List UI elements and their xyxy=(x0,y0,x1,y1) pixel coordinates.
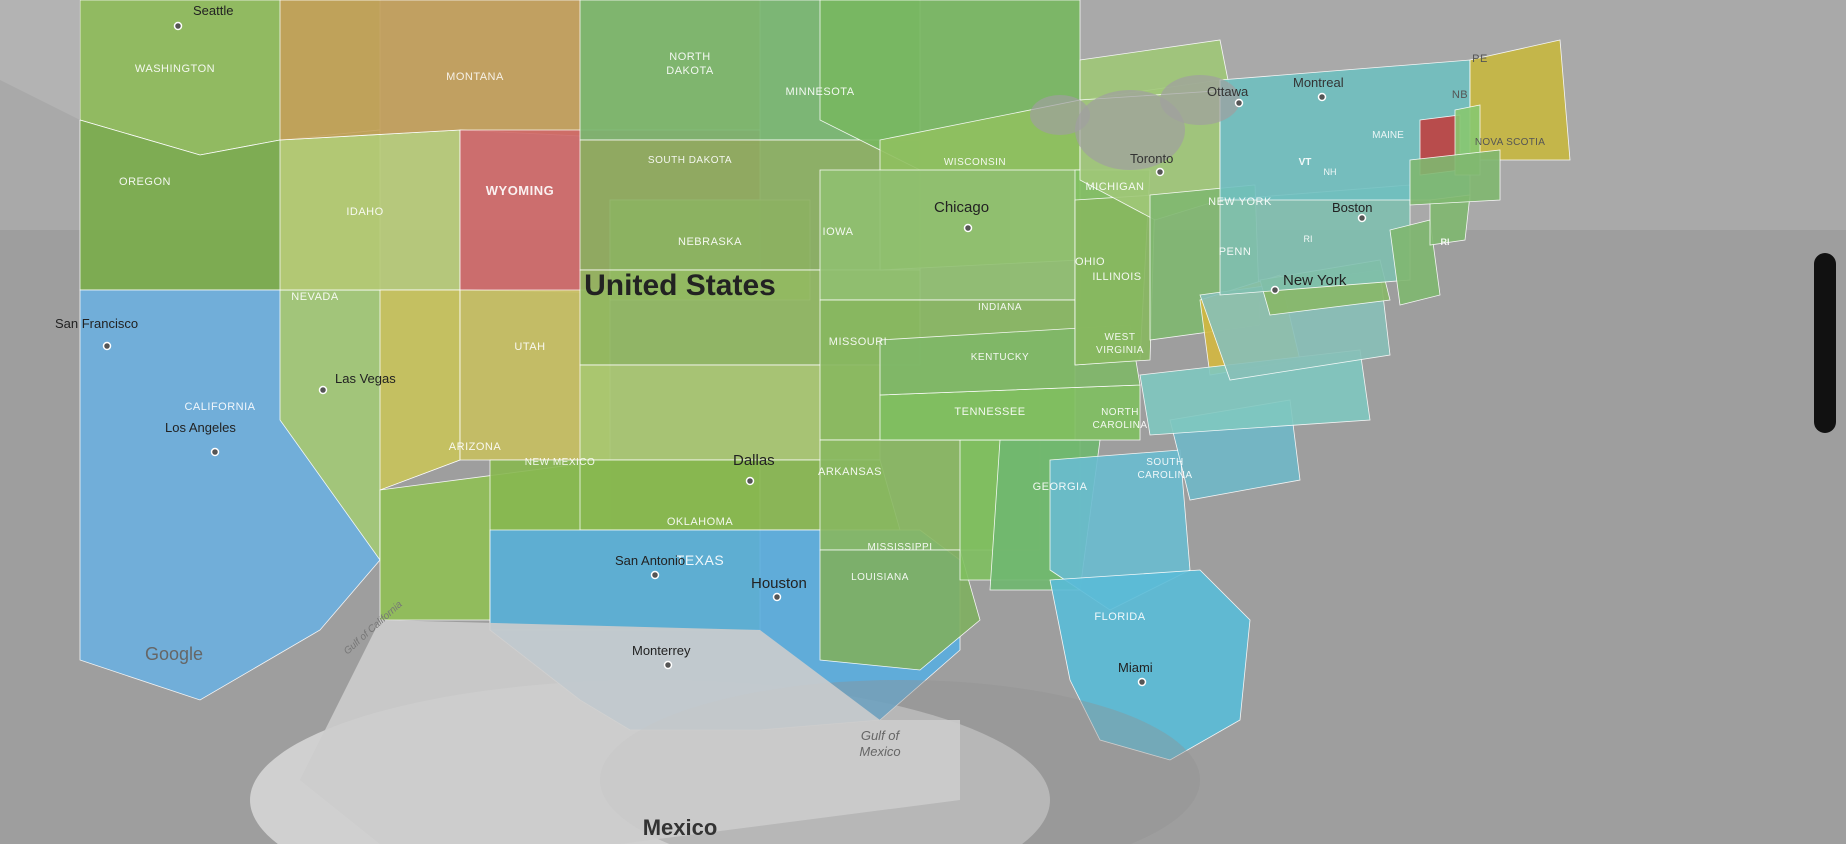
svg-text:IDAHO: IDAHO xyxy=(346,206,383,218)
scroll-indicator[interactable] xyxy=(1814,253,1836,433)
svg-text:ILLINOIS: ILLINOIS xyxy=(1092,271,1141,283)
svg-text:Los Angeles: Los Angeles xyxy=(165,420,236,435)
svg-text:IOWA: IOWA xyxy=(823,226,854,238)
svg-text:UTAH: UTAH xyxy=(514,341,545,353)
svg-text:RI: RI xyxy=(1441,237,1450,247)
svg-text:MAINE: MAINE xyxy=(1372,130,1404,141)
svg-text:TENNESSEE: TENNESSEE xyxy=(954,406,1025,418)
svg-text:NOVA SCOTIA: NOVA SCOTIA xyxy=(1475,137,1545,148)
svg-text:KENTUCKY: KENTUCKY xyxy=(971,352,1029,363)
svg-text:RI: RI xyxy=(1304,234,1313,244)
svg-text:Houston: Houston xyxy=(751,575,807,592)
svg-text:NORTH: NORTH xyxy=(669,51,710,63)
svg-text:CAROLINA: CAROLINA xyxy=(1137,470,1192,481)
svg-text:NORTH: NORTH xyxy=(1101,407,1139,418)
svg-text:VT: VT xyxy=(1299,157,1312,168)
svg-text:OKLAHOMA: OKLAHOMA xyxy=(667,516,734,528)
svg-text:Mexico: Mexico xyxy=(859,744,900,759)
svg-text:Google: Google xyxy=(145,644,203,664)
svg-text:Chicago: Chicago xyxy=(934,199,989,216)
svg-text:WISCONSIN: WISCONSIN xyxy=(944,157,1006,168)
svg-text:Boston: Boston xyxy=(1332,200,1372,215)
svg-text:Miami: Miami xyxy=(1118,660,1153,675)
svg-text:PENN: PENN xyxy=(1219,246,1252,258)
svg-text:MONTANA: MONTANA xyxy=(446,71,504,83)
svg-text:MISSOURI: MISSOURI xyxy=(829,336,887,348)
svg-text:Seattle: Seattle xyxy=(193,3,233,18)
svg-text:MINNESOTA: MINNESOTA xyxy=(785,86,854,98)
svg-text:Las Vegas: Las Vegas xyxy=(335,371,396,386)
svg-text:NEBRASKA: NEBRASKA xyxy=(678,236,742,248)
svg-text:DAKOTA: DAKOTA xyxy=(666,65,714,77)
svg-text:SOUTH: SOUTH xyxy=(1146,457,1184,468)
svg-text:CAROLINA: CAROLINA xyxy=(1092,420,1147,431)
svg-text:WYOMING: WYOMING xyxy=(486,183,555,198)
svg-text:SOUTH DAKOTA: SOUTH DAKOTA xyxy=(648,155,732,166)
svg-text:United States: United States xyxy=(584,269,776,302)
svg-text:San Antonio: San Antonio xyxy=(615,553,685,568)
svg-text:ARKANSAS: ARKANSAS xyxy=(818,466,882,478)
svg-text:Toronto: Toronto xyxy=(1130,151,1173,166)
map-svg: WASHINGTON OREGON CALIFORNIA NEVADA IDAH… xyxy=(0,0,1846,844)
svg-text:PE: PE xyxy=(1472,53,1488,65)
svg-text:MICHIGAN: MICHIGAN xyxy=(1086,181,1145,193)
svg-text:Dallas: Dallas xyxy=(733,452,775,469)
svg-text:WEST: WEST xyxy=(1105,332,1136,343)
svg-text:WASHINGTON: WASHINGTON xyxy=(135,63,215,75)
svg-text:INDIANA: INDIANA xyxy=(978,302,1022,313)
svg-text:GEORGIA: GEORGIA xyxy=(1033,481,1088,493)
svg-text:VIRGINIA: VIRGINIA xyxy=(1096,345,1144,356)
svg-text:ARIZONA: ARIZONA xyxy=(449,441,502,453)
svg-text:Ottawa: Ottawa xyxy=(1207,84,1249,99)
svg-text:FLORIDA: FLORIDA xyxy=(1094,611,1145,623)
svg-text:MISSISSIPPI: MISSISSIPPI xyxy=(868,542,933,553)
svg-text:CALIFORNIA: CALIFORNIA xyxy=(184,401,255,413)
svg-text:San Francisco: San Francisco xyxy=(55,316,138,331)
svg-text:Montreal: Montreal xyxy=(1293,75,1344,90)
svg-text:OHIO: OHIO xyxy=(1075,256,1105,268)
svg-text:NEW YORK: NEW YORK xyxy=(1208,196,1272,208)
svg-text:NEW MEXICO: NEW MEXICO xyxy=(525,457,596,468)
svg-text:LOUISIANA: LOUISIANA xyxy=(851,572,909,583)
svg-text:NEVADA: NEVADA xyxy=(291,291,339,303)
svg-text:NB: NB xyxy=(1452,89,1468,101)
map-container[interactable]: WASHINGTON OREGON CALIFORNIA NEVADA IDAH… xyxy=(0,0,1846,844)
svg-text:NH: NH xyxy=(1324,167,1337,177)
svg-text:Monterrey: Monterrey xyxy=(632,643,691,658)
svg-text:Mexico: Mexico xyxy=(643,815,718,840)
svg-text:New York: New York xyxy=(1283,272,1347,289)
svg-text:Gulf of: Gulf of xyxy=(861,728,901,743)
svg-text:OREGON: OREGON xyxy=(119,176,171,188)
